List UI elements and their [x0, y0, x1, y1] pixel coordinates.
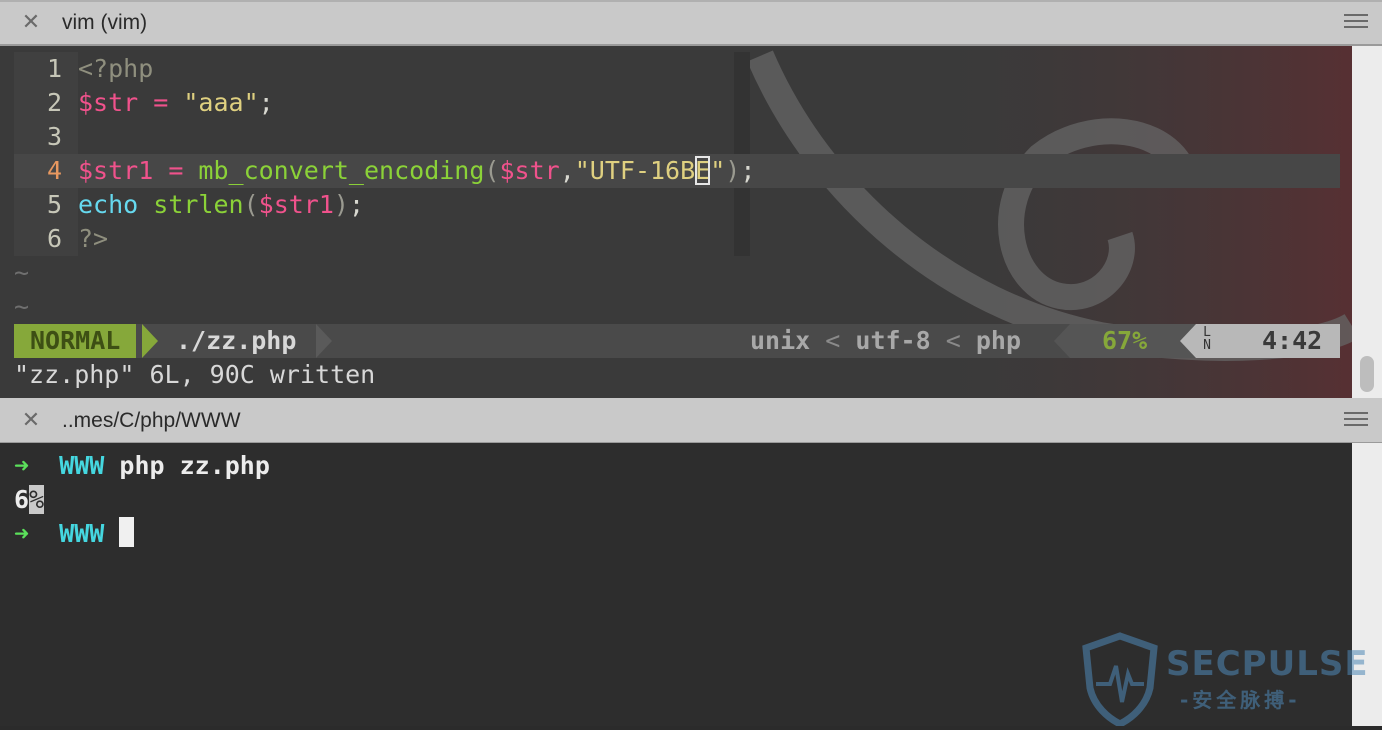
- line-number: 5: [14, 188, 78, 222]
- watermark-text: SECPULSE: [1166, 644, 1369, 684]
- terminal-tab-bar: ✕ ..mes/C/php/WWW: [0, 398, 1382, 444]
- file-info: unix < utf-8 < php: [750, 324, 1021, 358]
- file-format: unix: [750, 326, 811, 355]
- code-buffer[interactable]: 1 <?php 2 $str = "aaa"; 3 4 $str1 = mb_conv…: [14, 52, 1340, 324]
- vim-scrollbar-track[interactable]: [1352, 46, 1382, 398]
- terminal-line: ➜ WWW php zz.php: [14, 449, 270, 483]
- mode-indicator: NORMAL: [14, 324, 137, 358]
- token-string: "aaa": [183, 88, 259, 117]
- token-operator: =: [138, 88, 184, 117]
- code-line: 5 echo strlen($str1);: [14, 188, 1340, 222]
- code-line: 6 ?>: [14, 222, 1340, 256]
- token-semicolon: ;: [258, 88, 274, 117]
- editor-cursor: E: [695, 156, 711, 185]
- output-value: 6: [14, 485, 30, 514]
- empty-line-marker: ~: [14, 292, 30, 321]
- empty-line-marker: ~: [14, 258, 30, 287]
- token-operator: =: [153, 156, 199, 185]
- php-close-tag: ?>: [78, 224, 109, 253]
- token-paren: ): [725, 156, 741, 185]
- watermark-subtext: -安全脉搏-: [1180, 688, 1301, 712]
- token-semicolon: ;: [348, 190, 365, 219]
- no-newline-marker: %: [29, 485, 45, 514]
- token-keyword: echo: [78, 190, 139, 219]
- file-type: php: [975, 326, 1022, 355]
- vim-statusline: NORMAL ./zz.php unix < utf-8 < php 67% L…: [14, 324, 1340, 358]
- hamburger-icon[interactable]: [1344, 14, 1368, 30]
- line-number: 1: [14, 52, 78, 86]
- token-variable: $str: [499, 156, 560, 185]
- terminal-cursor: [119, 517, 135, 547]
- php-open-tag: <?php: [78, 54, 154, 83]
- powerline-arrow: [1054, 324, 1070, 358]
- typed-command: php zz.php: [119, 451, 270, 480]
- cursor-position: 4:42: [1262, 326, 1323, 355]
- token-variable: $str1: [258, 190, 334, 219]
- code-line: 2 $str = "aaa";: [14, 86, 1340, 120]
- vim-editor-pane[interactable]: 1 <?php 2 $str = "aaa"; 3 4 $str1 = mb_conv…: [0, 46, 1352, 398]
- close-icon[interactable]: ✕: [20, 11, 42, 33]
- vim-tab-title[interactable]: vim (vim): [62, 11, 147, 35]
- line-number: 2: [14, 86, 78, 120]
- code-line: 3: [14, 120, 1340, 154]
- terminal-prompt[interactable]: ➜ WWW: [14, 517, 135, 551]
- token-string: "UTF-16B: [574, 156, 696, 185]
- terminal-tab-title[interactable]: ..mes/C/php/WWW: [62, 409, 241, 433]
- file-encoding: utf-8: [855, 326, 931, 355]
- close-icon[interactable]: ✕: [20, 409, 42, 431]
- separator: <: [825, 326, 841, 355]
- line-number-icon: LN: [1203, 325, 1211, 353]
- token-string: ": [710, 156, 726, 185]
- prompt-arrow-icon: ➜: [14, 519, 30, 548]
- powerline-arrow: [316, 324, 332, 358]
- prompt-directory: WWW: [59, 519, 105, 548]
- scroll-percent: 67%: [1102, 326, 1148, 355]
- shield-icon: [1082, 632, 1158, 728]
- prompt-directory: WWW: [59, 451, 105, 480]
- powerline-arrow: [142, 324, 158, 358]
- line-number: 4: [14, 154, 78, 188]
- secpulse-watermark-logo: SECPULSE -安全脉搏-: [1080, 632, 1380, 728]
- powerline-arrow: [1180, 324, 1196, 358]
- token-variable: $str1: [78, 156, 154, 185]
- hamburger-icon[interactable]: [1344, 412, 1368, 428]
- token-function: strlen: [153, 190, 244, 219]
- prompt-arrow-icon: ➜: [14, 451, 30, 480]
- current-code-line: 4 $str1 = mb_convert_encoding($str,"UTF-1…: [14, 154, 1340, 188]
- line-number: 6: [14, 222, 78, 256]
- token-variable: $str: [78, 88, 139, 117]
- token-paren: ): [333, 190, 349, 219]
- separator: <: [945, 326, 961, 355]
- terminal-output: 6%: [14, 483, 45, 517]
- token-comma: ,: [559, 156, 575, 185]
- command-line[interactable]: "zz.php" 6L, 90C written: [14, 358, 375, 392]
- token-paren: (: [243, 190, 259, 219]
- token-paren: (: [484, 156, 500, 185]
- tab-divider: [0, 0, 1382, 2]
- code-line: 1 <?php: [14, 52, 1340, 86]
- token-semicolon: ;: [740, 156, 756, 185]
- vim-tab-bar: ✕ vim (vim): [0, 0, 1382, 46]
- vim-scrollbar-thumb[interactable]: [1360, 356, 1374, 392]
- token-function: mb_convert_encoding: [198, 156, 485, 185]
- line-number: 3: [14, 120, 78, 154]
- file-name: ./zz.php: [176, 326, 297, 355]
